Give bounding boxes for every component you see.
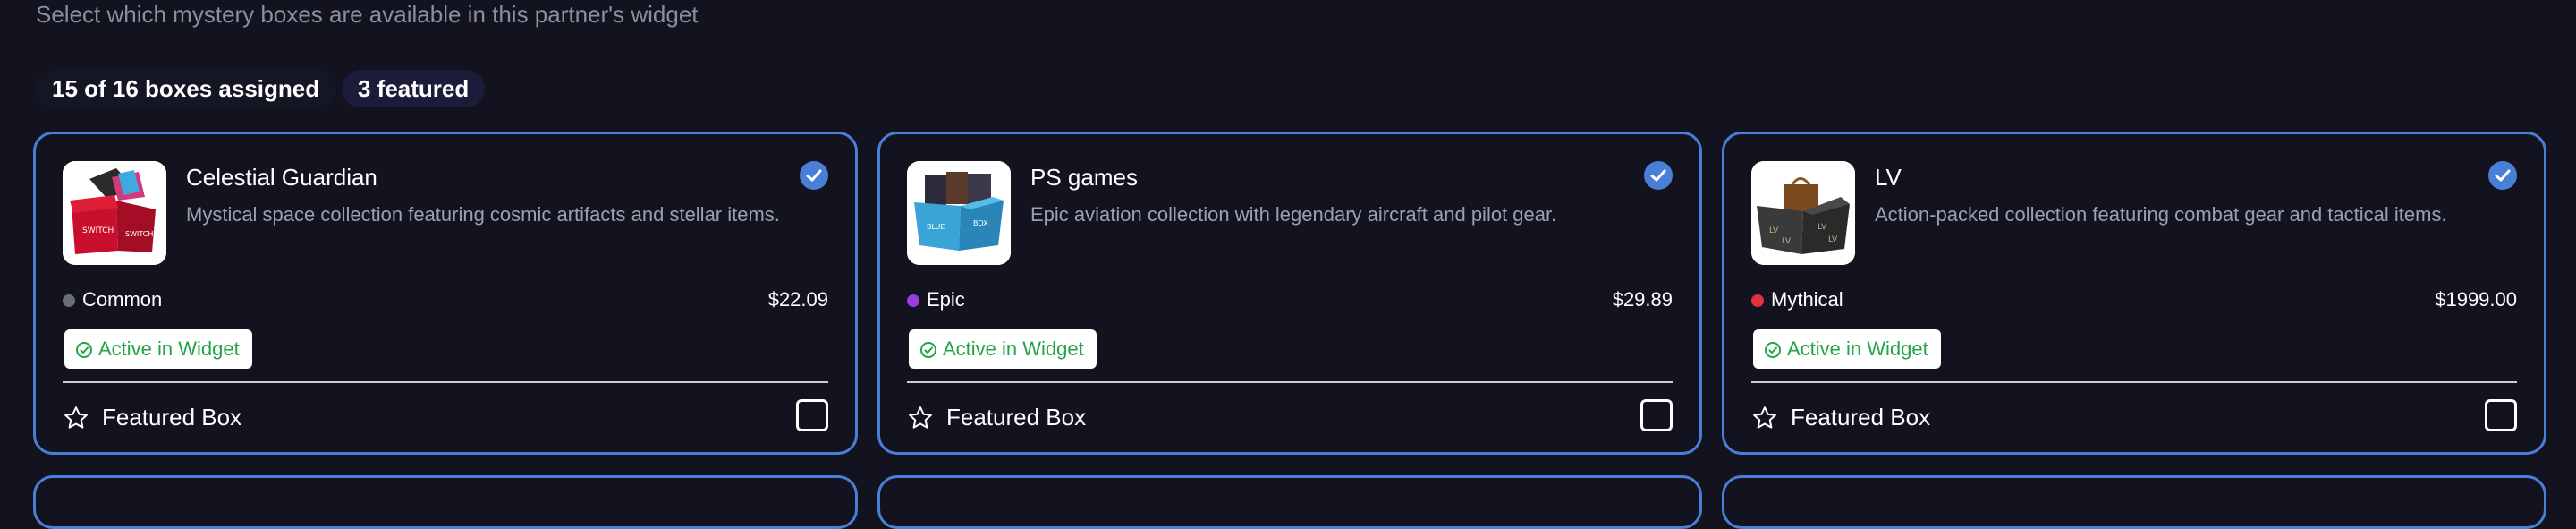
- svg-text:LV: LV: [1828, 235, 1838, 244]
- active-status-text: Active in Widget: [1787, 337, 1928, 360]
- featured-checkbox[interactable]: [796, 399, 828, 431]
- rarity-text: Common: [82, 288, 163, 311]
- active-status-text: Active in Widget: [98, 337, 240, 360]
- svg-text:LV: LV: [1769, 226, 1779, 235]
- page-subtitle: Select which mystery boxes are available…: [36, 1, 699, 28]
- active-status-badge: Active in Widget: [1753, 329, 1941, 369]
- active-status-badge: Active in Widget: [64, 329, 252, 369]
- featured-row: Featured Box: [63, 396, 828, 440]
- box-price: $22.09: [767, 288, 828, 311]
- box-card-next-row[interactable]: [877, 475, 1702, 529]
- divider: [63, 381, 828, 383]
- selected-check-icon[interactable]: [2488, 161, 2517, 190]
- box-card[interactable]: LV LV LV LV LV Action-packed collection …: [1722, 132, 2546, 455]
- active-status-badge: Active in Widget: [909, 329, 1097, 369]
- box-title: Celestial Guardian: [186, 164, 377, 191]
- rarity-dot-icon: [63, 294, 75, 307]
- box-card[interactable]: BLUE BOX PS games Epic aviation collecti…: [877, 132, 1702, 455]
- svg-text:BLUE: BLUE: [927, 223, 945, 231]
- featured-row: Featured Box: [1751, 396, 2517, 440]
- box-title: LV: [1875, 164, 1902, 191]
- featured-count-badge: 3 featured: [342, 70, 486, 107]
- rarity-label: Epic: [907, 286, 965, 313]
- box-card[interactable]: SWITCH SWITCH Celestial Guardian Mystica…: [33, 132, 858, 455]
- svg-text:BOX: BOX: [973, 219, 988, 227]
- box-thumbnail: LV LV LV LV: [1751, 161, 1855, 265]
- featured-label: Featured Box: [946, 404, 1087, 431]
- svg-text:LV: LV: [1818, 223, 1827, 232]
- box-card-next-row[interactable]: [33, 475, 858, 529]
- featured-checkbox[interactable]: [2485, 399, 2517, 431]
- rarity-text: Epic: [927, 288, 965, 311]
- featured-label: Featured Box: [1791, 404, 1931, 431]
- rarity-label: Mythical: [1751, 286, 1843, 313]
- box-thumbnail: BLUE BOX: [907, 161, 1011, 265]
- star-icon: [64, 406, 88, 429]
- box-price: $1999.00: [2435, 288, 2517, 311]
- rarity-label: Common: [63, 286, 162, 313]
- divider: [907, 381, 1673, 383]
- selected-check-icon[interactable]: [1644, 161, 1673, 190]
- check-circle-icon: [76, 342, 92, 358]
- box-description: Action-packed collection featuring comba…: [1875, 203, 2447, 226]
- svg-text:SWITCH: SWITCH: [82, 226, 114, 235]
- check-circle-icon: [1765, 342, 1781, 358]
- star-icon: [1753, 406, 1776, 429]
- rarity-dot-icon: [907, 294, 919, 307]
- box-description: Mystical space collection featuring cosm…: [186, 203, 780, 226]
- svg-text:LV: LV: [1782, 237, 1792, 246]
- box-price: $29.89: [1612, 288, 1673, 311]
- box-thumbnail: SWITCH SWITCH: [63, 161, 166, 265]
- selected-check-icon[interactable]: [800, 161, 828, 190]
- featured-label: Featured Box: [102, 404, 242, 431]
- check-circle-icon: [920, 342, 936, 358]
- star-icon: [909, 406, 932, 429]
- active-status-text: Active in Widget: [943, 337, 1084, 360]
- featured-checkbox[interactable]: [1640, 399, 1673, 431]
- featured-row: Featured Box: [907, 396, 1673, 440]
- svg-text:SWITCH: SWITCH: [125, 230, 153, 238]
- divider: [1751, 381, 2517, 383]
- rarity-text: Mythical: [1771, 288, 1843, 311]
- box-card-next-row[interactable]: [1722, 475, 2546, 529]
- box-description: Epic aviation collection with legendary …: [1030, 203, 1557, 226]
- rarity-dot-icon: [1751, 294, 1764, 307]
- assigned-count-badge: 15 of 16 boxes assigned: [36, 70, 336, 107]
- box-title: PS games: [1030, 164, 1138, 191]
